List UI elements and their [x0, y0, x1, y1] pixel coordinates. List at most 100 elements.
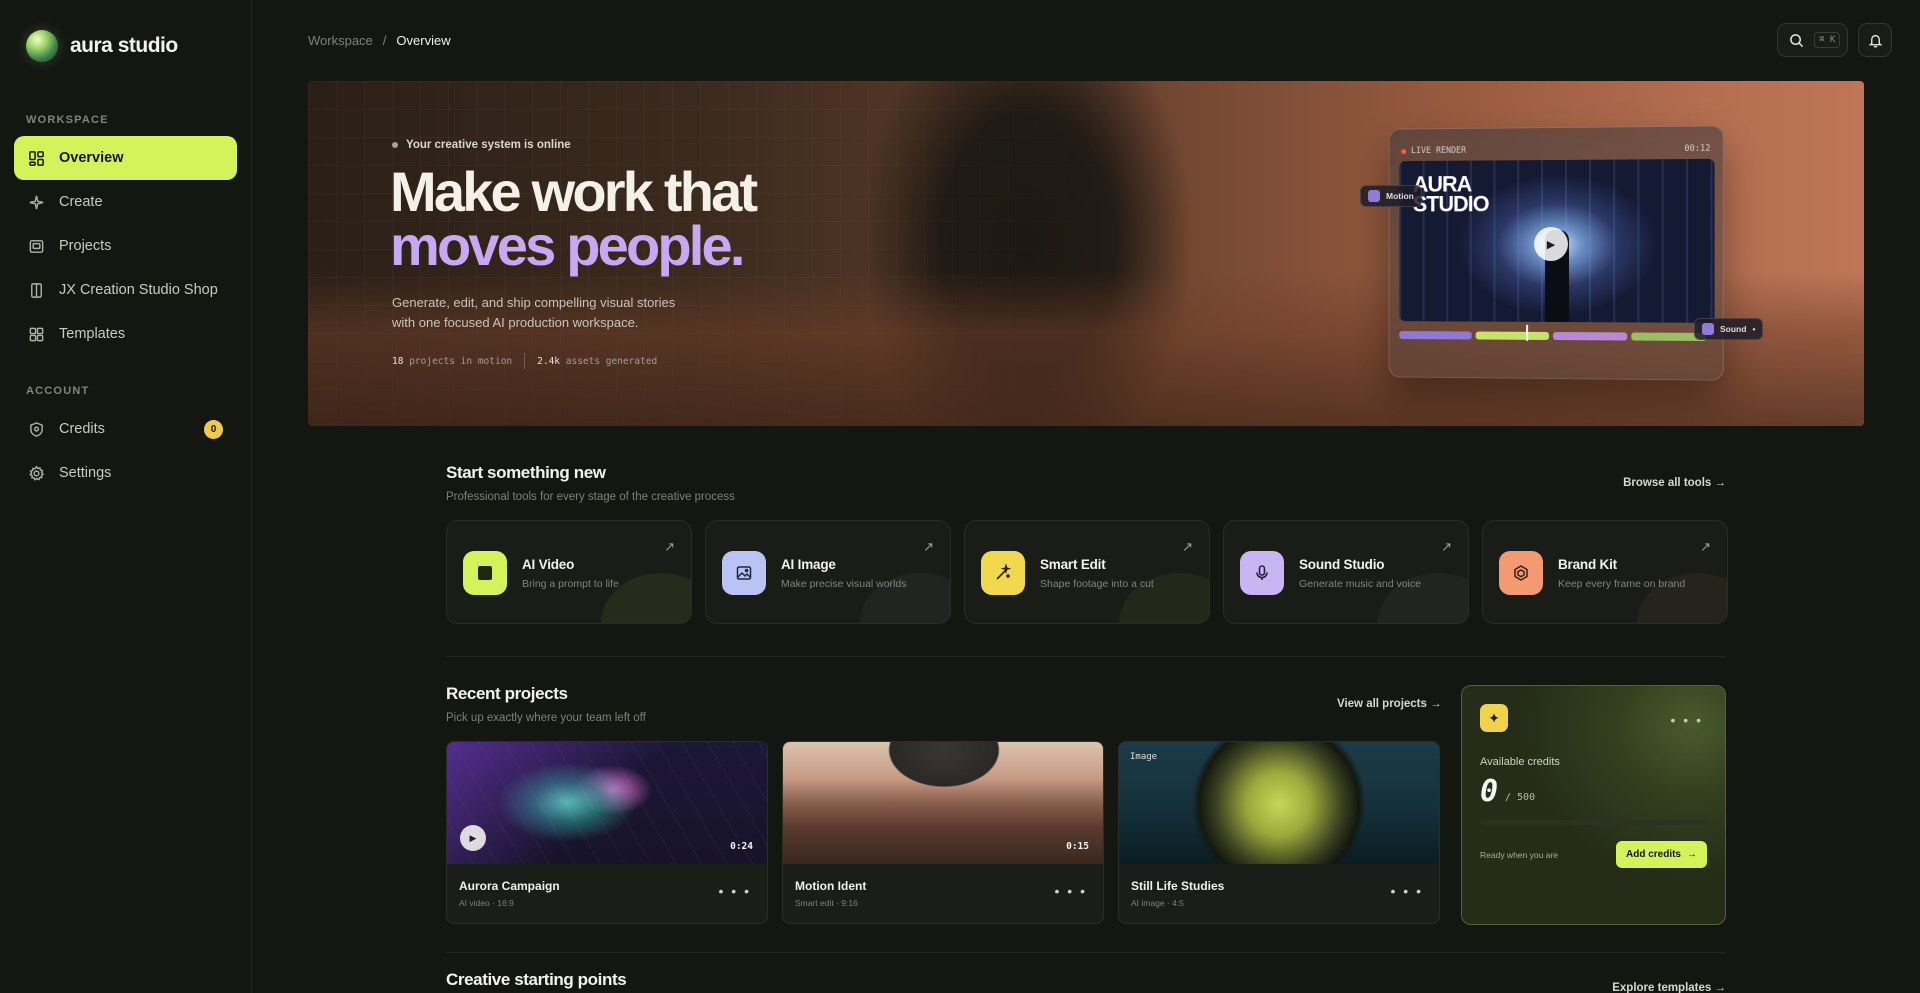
project-card-aurora[interactable]: ▶ 0:24 Aurora Campaign AI video · 16:9 •…	[446, 741, 768, 924]
tool-subtitle: Generate music and voice	[1299, 578, 1421, 590]
section-divider	[446, 952, 1726, 953]
breadcrumb-workspace[interactable]: Workspace	[308, 33, 373, 48]
render-timeline[interactable]	[1399, 331, 1714, 343]
tool-card-sound-studio[interactable]: Sound Studio Generate music and voice ↗	[1223, 520, 1469, 624]
more-options-icon[interactable]: • • •	[1055, 883, 1087, 899]
section-divider	[446, 656, 1726, 657]
project-card-still-life[interactable]: Image Still Life Studies AI image · 4:5 …	[1118, 741, 1440, 924]
breadcrumb-current: Overview	[396, 33, 451, 48]
explore-templates-link[interactable]: Explore templates →	[1612, 982, 1726, 993]
sidebar-item-label: Settings	[59, 465, 112, 481]
arrow-up-right-icon: ↗	[923, 539, 934, 554]
brand-name: aura studio	[70, 34, 178, 57]
tool-subtitle: Make precise visual worlds	[781, 578, 907, 590]
credits-ready-text: Ready when you are	[1480, 850, 1558, 860]
project-type-tag: Image	[1130, 752, 1158, 762]
wand-icon	[981, 551, 1025, 595]
sound-icon	[1702, 323, 1714, 335]
sound-chip: Sound •	[1694, 318, 1764, 340]
hero-description: Generate, edit, and ship compelling visu…	[392, 295, 676, 330]
live-dot-icon	[1401, 148, 1407, 154]
credits-card: ✦ • • • Available credits 0 / 500 Ready …	[1461, 685, 1726, 925]
play-icon[interactable]: ▶	[460, 825, 486, 851]
tool-title: AI Video	[522, 557, 575, 572]
sidebar-item-projects[interactable]: Projects	[14, 224, 237, 268]
arrow-up-right-icon: ↗	[664, 539, 675, 554]
sidebar-item-shop[interactable]: JX Creation Studio Shop	[14, 268, 237, 312]
hero-banner: Your creative system is online Make work…	[308, 81, 1864, 426]
project-title: Motion Ident	[795, 879, 867, 893]
tool-subtitle: Keep every frame on brand	[1558, 578, 1686, 590]
arrow-up-right-icon: ↗	[1700, 539, 1711, 554]
grid-icon	[29, 150, 44, 166]
tool-title: Sound Studio	[1299, 557, 1385, 572]
notifications-button[interactable]	[1858, 23, 1892, 57]
sidebar-item-credits[interactable]: Credits 0	[14, 407, 237, 451]
tool-card-ai-image[interactable]: AI Image Make precise visual worlds ↗	[705, 520, 951, 624]
status-dot-icon	[392, 142, 398, 148]
sidebar-item-label: Projects	[59, 238, 112, 254]
sidebar-item-overview[interactable]: Overview	[14, 136, 237, 180]
tool-title: Brand Kit	[1558, 557, 1617, 572]
cube-icon	[1499, 551, 1543, 595]
sidebar-item-label: Create	[59, 194, 103, 210]
more-options-icon[interactable]: • • •	[719, 883, 751, 899]
hero-title: Make work that moves people.	[390, 164, 758, 277]
more-options-icon[interactable]: • • •	[1391, 883, 1423, 899]
project-duration: 0:24	[730, 841, 753, 852]
more-options-icon[interactable]: • • •	[1671, 712, 1703, 728]
recent-section-title: Recent projects	[446, 684, 568, 703]
project-meta: Smart edit · 9:16	[795, 898, 858, 908]
recent-section-subtitle: Pick up exactly where your team left off	[446, 712, 646, 724]
stat-divider	[524, 353, 526, 369]
arrow-up-right-icon: ↗	[1441, 539, 1452, 554]
play-icon[interactable]: ▶	[1534, 226, 1568, 262]
sparkle-icon: ✦	[1480, 704, 1508, 732]
sidebar-item-templates[interactable]: Templates	[14, 312, 237, 356]
browse-tools-link[interactable]: Browse all tools →	[1623, 477, 1726, 489]
system-status: Your creative system is online	[392, 139, 571, 151]
credits-progress-bar	[1480, 820, 1708, 825]
folder-icon	[29, 239, 44, 253]
live-render-card[interactable]: LIVE RENDER 00:12 AURA STUDIO ▶	[1388, 125, 1724, 381]
live-indicator: LIVE RENDER	[1401, 146, 1466, 156]
tool-card-ai-video[interactable]: AI Video Bring a prompt to life ↗	[446, 520, 692, 624]
view-all-projects-link[interactable]: View all projects →	[1337, 698, 1442, 710]
tool-title: AI Image	[781, 557, 836, 572]
timeline-clip	[1399, 331, 1472, 340]
timeline-clip	[1553, 331, 1628, 341]
sidebar-item-label: JX Creation Studio Shop	[59, 282, 218, 298]
add-credits-button[interactable]: Add credits →	[1615, 841, 1707, 868]
stat-assets: 2.4k assets generated	[537, 355, 658, 367]
shield-icon	[30, 421, 43, 437]
brand-logo[interactable]: aura studio	[26, 30, 178, 62]
credits-label: Available credits	[1480, 756, 1560, 768]
project-thumbnail	[1119, 742, 1439, 864]
credits-value: 0	[1480, 774, 1499, 809]
status-text: Your creative system is online	[406, 139, 571, 151]
playhead[interactable]	[1526, 324, 1529, 341]
tool-cards: AI Video Bring a prompt to life ↗ AI Ima…	[446, 520, 1728, 624]
credits-badge: 0	[204, 420, 223, 439]
sparkle-icon	[29, 195, 44, 209]
mic-icon	[1240, 551, 1284, 595]
shop-icon	[31, 282, 42, 298]
logo-orb-icon	[26, 30, 58, 62]
tool-subtitle: Bring a prompt to life	[522, 578, 619, 590]
tool-subtitle: Shape footage into a cut	[1040, 578, 1154, 590]
project-list: ▶ 0:24 Aurora Campaign AI video · 16:9 •…	[446, 741, 1440, 924]
tool-card-smart-edit[interactable]: Smart Edit Shape footage into a cut ↗	[964, 520, 1210, 624]
tool-title: Smart Edit	[1040, 557, 1106, 572]
project-title: Still Life Studies	[1131, 879, 1225, 893]
project-card-motion-ident[interactable]: 0:15 Motion Ident Smart edit · 9:16 • • …	[782, 741, 1104, 924]
chip-dot-icon: •	[1752, 324, 1756, 334]
search-button[interactable]: ⌘ K	[1777, 23, 1848, 57]
project-duration: 0:15	[1066, 841, 1089, 852]
tool-card-brand-kit[interactable]: Brand Kit Keep every frame on brand ↗	[1482, 520, 1728, 624]
hero-title-line2: moves people.	[390, 214, 745, 277]
image-icon	[722, 551, 766, 595]
sidebar-item-label: Templates	[59, 326, 126, 342]
render-timecode: 00:12	[1684, 143, 1711, 155]
sidebar-item-settings[interactable]: Settings	[14, 451, 237, 495]
sidebar-item-create[interactable]: Create	[14, 180, 237, 224]
